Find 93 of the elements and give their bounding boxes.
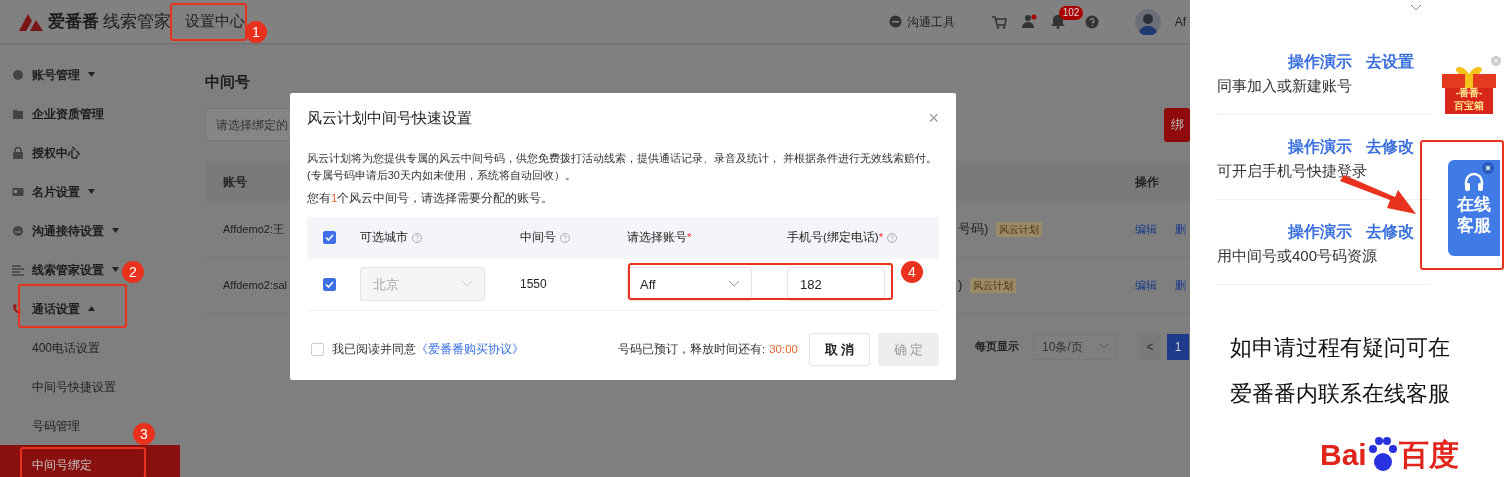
- timer-label: 号码已预订，释放时间还有:: [618, 341, 766, 357]
- row-checkbox[interactable]: [323, 277, 336, 291]
- close-icon[interactable]: [1482, 162, 1494, 174]
- column-header: 中间号: [520, 230, 556, 246]
- table-cell-text: Affdemo2:王: [223, 221, 284, 237]
- cart-icon[interactable]: [990, 14, 1007, 29]
- paw-icon: [1367, 436, 1398, 472]
- account-select[interactable]: Aff: [627, 267, 752, 302]
- bind-button[interactable]: 绑: [1164, 107, 1190, 142]
- chevron-down-icon: [462, 281, 472, 288]
- page-size-label: 每页显示: [975, 339, 1019, 355]
- chevron-down-icon: [1410, 4, 1422, 11]
- setting-link[interactable]: 去设置: [1366, 50, 1414, 74]
- column-header: 可选城市: [360, 230, 408, 246]
- folder-icon: [12, 107, 24, 120]
- sidebar-subitem[interactable]: 号码管理: [32, 416, 80, 435]
- setting-description: 用中间号或400号码资源: [1217, 246, 1378, 266]
- page-button[interactable]: 1: [1167, 333, 1189, 360]
- demo-link[interactable]: 操作演示: [1288, 220, 1352, 244]
- demo-link[interactable]: 操作演示: [1288, 135, 1352, 159]
- sidebar-subitem[interactable]: 中间号快捷设置: [32, 377, 116, 396]
- logo-drawing: Bai 百度: [1320, 436, 1459, 472]
- required-asterisk: *: [878, 230, 884, 246]
- table-cell-text: ): [958, 276, 963, 295]
- avatar-icon[interactable]: [1134, 8, 1161, 35]
- setting-description: 可开启手机号快捷登录: [1217, 161, 1367, 181]
- help-icon[interactable]: [1084, 14, 1099, 29]
- sidebar-item[interactable]: 企业资质管理: [32, 104, 104, 123]
- page-title: 中间号: [205, 72, 251, 92]
- page-size-select[interactable]: 10条/页: [1033, 333, 1117, 360]
- gift-label: -番番-: [1455, 87, 1483, 98]
- card-icon: [12, 185, 24, 198]
- service-button[interactable]: 在线 客服: [1448, 160, 1500, 256]
- column-header: 请选择账号: [627, 230, 687, 246]
- edit-link[interactable]: 编辑: [1135, 276, 1157, 294]
- sidebar-item[interactable]: 沟通接待设置: [32, 221, 104, 240]
- edit-link[interactable]: 编辑: [1135, 220, 1157, 238]
- timer-value: 30:00: [769, 341, 798, 357]
- headset-icon: [1463, 172, 1485, 194]
- lock-icon: [12, 146, 24, 159]
- annotation-number: 3: [133, 423, 155, 445]
- tools-link[interactable]: 沟通工具: [906, 12, 955, 31]
- table-cell-text: Affdemo2:sal: [223, 277, 287, 293]
- required-asterisk: *: [687, 230, 692, 246]
- bell-icon[interactable]: [1050, 14, 1065, 29]
- dialog-title: 风云计划中间号快速设置: [307, 108, 472, 128]
- sidebar-subitem[interactable]: 中间号绑定: [0, 445, 180, 477]
- sidebar-item[interactable]: 账号管理: [32, 65, 80, 84]
- cancel-button[interactable]: 取 消: [809, 332, 870, 366]
- plan-tag: 风云计划: [996, 221, 1043, 237]
- table-cell-text: 号码): [958, 220, 989, 239]
- agreement-link[interactable]: 《爱番番购买协议》: [416, 340, 524, 358]
- annotation-number: 2: [122, 261, 144, 283]
- person-icon[interactable]: [1020, 14, 1037, 29]
- brand-name: 爱番番: [48, 10, 99, 33]
- delete-link[interactable]: 删: [1175, 276, 1186, 294]
- sidebar-subitem[interactable]: 400电话设置: [32, 338, 101, 357]
- sidebar-item[interactable]: 名片设置: [32, 182, 80, 201]
- chevron-down-icon: [729, 281, 739, 288]
- sidebar-item[interactable]: 授权中心: [32, 143, 80, 162]
- caption-text: 如申请过程有疑问可在: [1230, 334, 1450, 362]
- caption-text: 爱番番内联系在线客服: [1230, 380, 1450, 408]
- agreement-checkbox[interactable]: [311, 342, 324, 356]
- phone-input[interactable]: 182: [787, 267, 885, 302]
- setting-link[interactable]: 去修改: [1366, 135, 1414, 159]
- notification-count: 102: [1058, 6, 1084, 20]
- table-cell-text: 1550: [519, 277, 547, 292]
- notice-text: 您有1个风云中间号，请选择需要分配的账号。: [307, 190, 555, 206]
- section-title[interactable]: 设置中心: [185, 10, 245, 33]
- sidebar-item[interactable]: 线索管家设置: [32, 260, 104, 279]
- chat-icon[interactable]: [888, 15, 902, 28]
- chevron-down-icon: [1100, 344, 1108, 349]
- sidebar-item[interactable]: 通话设置: [32, 299, 80, 318]
- circle-icon: [12, 68, 24, 81]
- column-header: 手机号(绑定电话): [787, 230, 879, 246]
- phone-icon: [12, 302, 24, 315]
- agreement-text: 我已阅读并同意: [332, 341, 416, 357]
- gift-label: 百宝箱: [1454, 100, 1484, 111]
- setting-link[interactable]: 去修改: [1366, 220, 1414, 244]
- setting-description: 同事加入或新建账号: [1217, 76, 1352, 96]
- list-icon: [12, 263, 24, 276]
- user-name[interactable]: Af: [1174, 12, 1186, 31]
- column-header: 账号: [223, 173, 247, 191]
- select-all-checkbox[interactable]: [323, 231, 336, 245]
- delete-link[interactable]: 删: [1175, 220, 1186, 238]
- close-button[interactable]: ×: [928, 109, 939, 128]
- demo-link[interactable]: 操作演示: [1288, 50, 1352, 74]
- circle-icon: [12, 224, 24, 237]
- column-header: 操作: [1135, 173, 1159, 191]
- plan-tag: 风云计划: [970, 277, 1017, 293]
- dialog-description: 风云计划将为您提供专属的风云中间号码，供您免费拨打活动线索，提供通话记录、录音及统计， 并根据条件进行无效线索赔付。(专属号码申请后30天内如未使用，系统将自动回收）。: [307, 150, 939, 183]
- product-name: 线索管家: [103, 10, 171, 33]
- prev-page-button[interactable]: <: [1139, 333, 1161, 360]
